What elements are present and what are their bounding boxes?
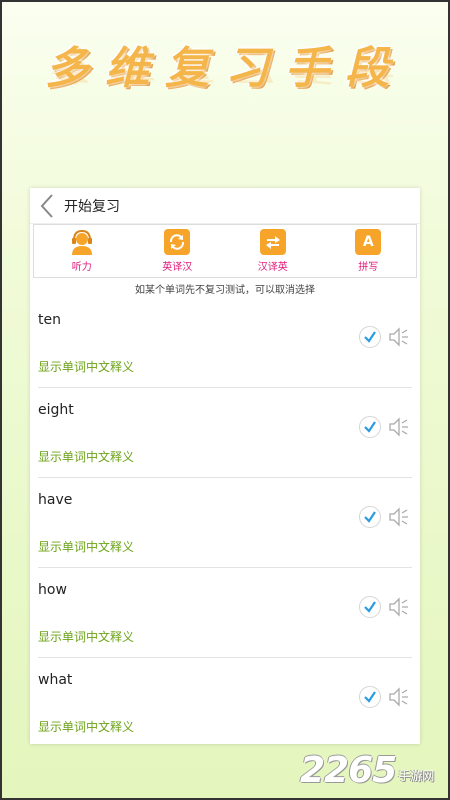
word-text: how (38, 582, 67, 598)
mode-listening[interactable]: 听力 (47, 229, 117, 273)
header-bar: 开始复习 (30, 188, 420, 224)
speaker-icon (389, 417, 408, 437)
speaker-button[interactable] (388, 326, 410, 348)
chevron-left-icon (40, 193, 53, 218)
select-checkbox[interactable] (359, 416, 381, 438)
select-checkbox[interactable] (359, 596, 381, 618)
select-checkbox[interactable] (359, 326, 381, 348)
speaker-button[interactable] (388, 416, 410, 438)
select-checkbox[interactable] (359, 686, 381, 708)
speaker-icon (389, 687, 408, 707)
mode-en-to-cn[interactable]: 英译汉 (142, 229, 212, 273)
mode-cn-to-en[interactable]: 汉译英 (238, 229, 308, 273)
select-checkbox[interactable] (359, 506, 381, 528)
show-meaning-link[interactable]: 显示单词中文释义 (38, 358, 134, 375)
page-title: 开始复习 (64, 198, 120, 215)
word-text: what (38, 672, 73, 688)
check-icon (364, 421, 376, 433)
watermark-number: 2265 (300, 749, 397, 791)
mode-label: 听力 (71, 262, 92, 273)
list-item: how 显示单词中文释义 (38, 568, 412, 658)
headset-person-icon (69, 229, 95, 255)
speaker-button[interactable] (388, 686, 410, 708)
app-screen: 开始复习 听力 英译汉 汉译英 A 拼写 如某个单词先不复习测试，可以取消选择 … (30, 188, 420, 744)
spell-a-icon: A (355, 229, 382, 255)
show-meaning-link[interactable]: 显示单词中文释义 (38, 448, 134, 465)
sync-icon (164, 229, 191, 255)
speaker-button[interactable] (388, 506, 410, 528)
back-button[interactable] (36, 191, 58, 221)
speaker-icon (389, 597, 408, 617)
site-watermark: 2265 手游网 (300, 748, 450, 792)
mode-label: 汉译英 (257, 262, 288, 273)
show-meaning-link[interactable]: 显示单词中文释义 (38, 628, 134, 645)
list-item: have 显示单词中文释义 (38, 478, 412, 568)
mode-label: 拼写 (358, 262, 379, 273)
word-list: ten 显示单词中文释义 eight 显示单词中文释义 have 显示单词中文释… (30, 298, 420, 744)
hint-text: 如某个单词先不复习测试，可以取消选择 (135, 285, 315, 296)
speaker-icon (389, 507, 408, 527)
speaker-icon (389, 327, 408, 347)
check-icon (364, 511, 376, 523)
show-meaning-link[interactable]: 显示单词中文释义 (38, 718, 134, 735)
word-text: ten (38, 312, 61, 328)
word-text: eight (38, 402, 74, 418)
word-text: have (38, 492, 73, 508)
mode-spelling[interactable]: A 拼写 (333, 229, 403, 273)
promo-title-reflection: 多维复习手段 (45, 70, 405, 86)
watermark-text: 手游网 (398, 768, 435, 783)
speaker-button[interactable] (388, 596, 410, 618)
check-icon (364, 601, 376, 613)
mode-label: 英译汉 (162, 262, 193, 273)
list-item: eight 显示单词中文释义 (38, 388, 412, 478)
swap-icon (259, 229, 286, 255)
list-item: ten 显示单词中文释义 (38, 298, 412, 388)
list-item: what 显示单词中文释义 (38, 658, 412, 744)
review-mode-bar: 听力 英译汉 汉译英 A 拼写 (33, 224, 417, 278)
check-icon (364, 691, 376, 703)
show-meaning-link[interactable]: 显示单词中文释义 (38, 538, 134, 555)
check-icon (364, 331, 376, 343)
